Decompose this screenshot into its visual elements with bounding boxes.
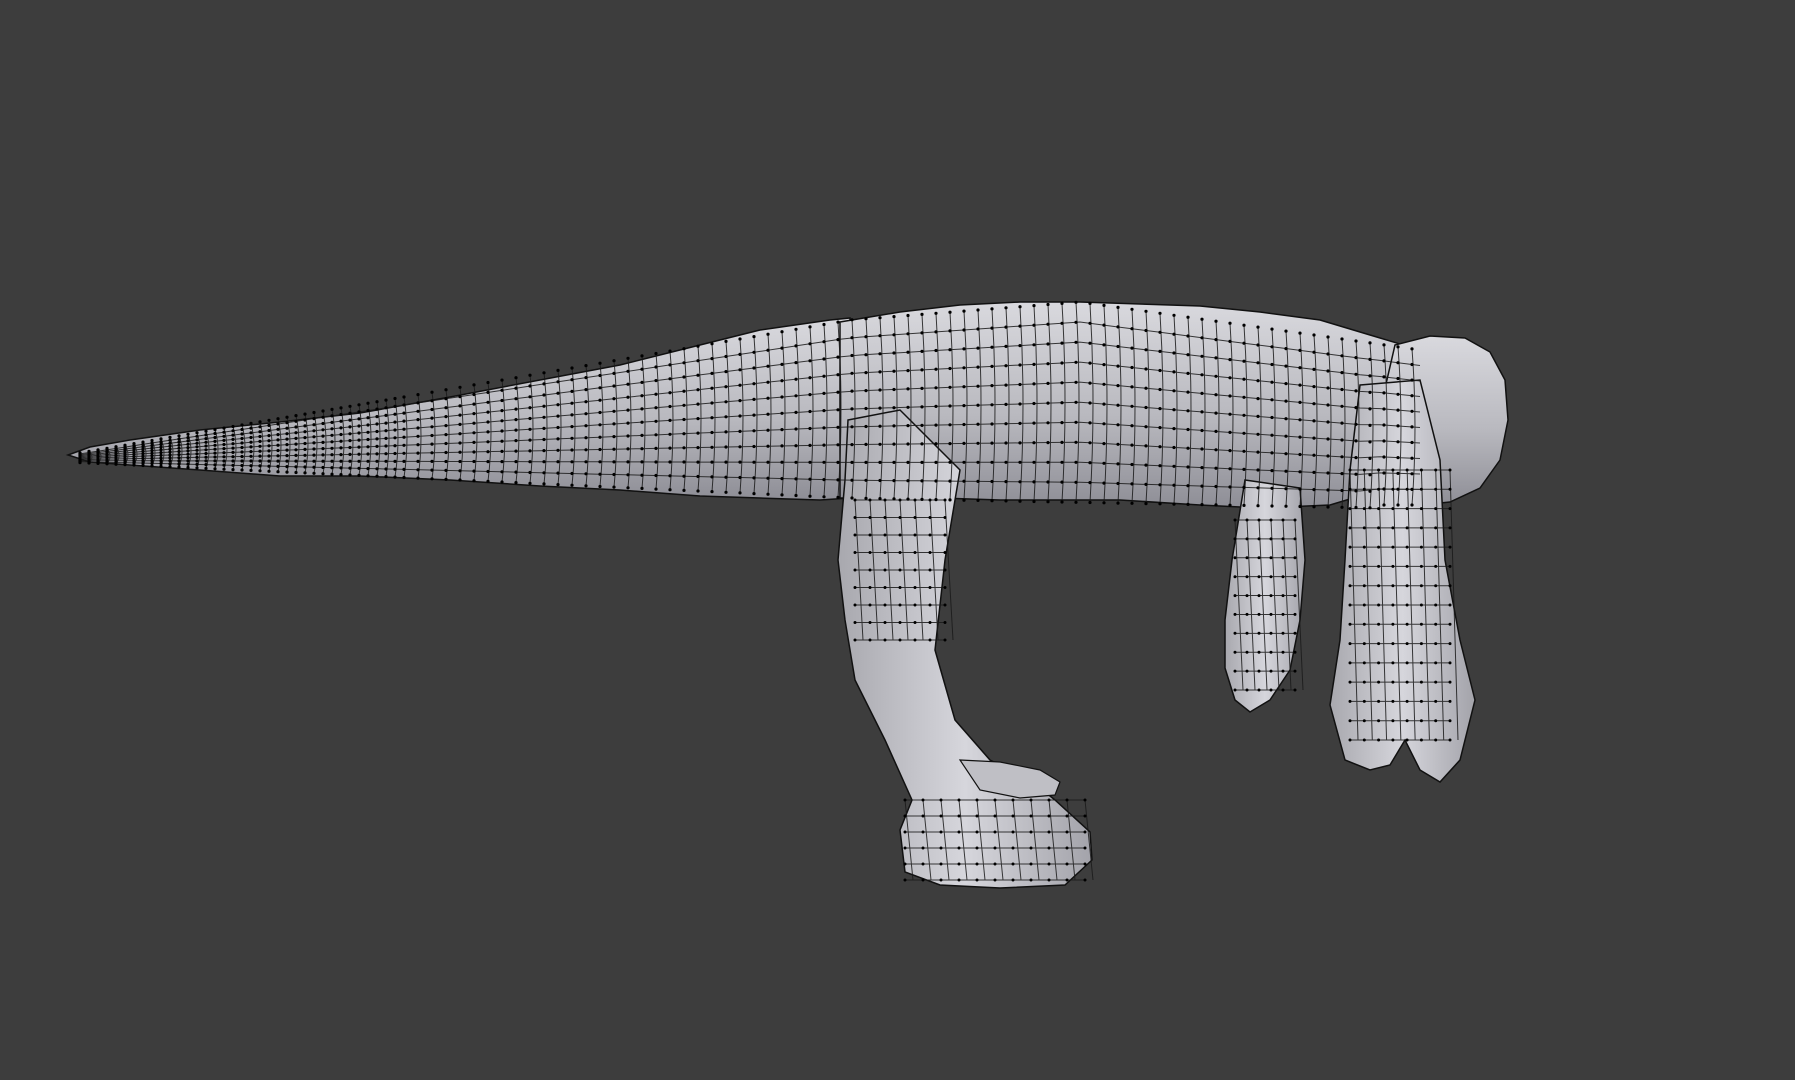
3d-viewport[interactable] — [0, 0, 1795, 1080]
tail-mesh[interactable] — [65, 317, 851, 501]
creature-mesh[interactable] — [65, 300, 1509, 889]
viewport-canvas[interactable] — [0, 0, 1795, 1080]
